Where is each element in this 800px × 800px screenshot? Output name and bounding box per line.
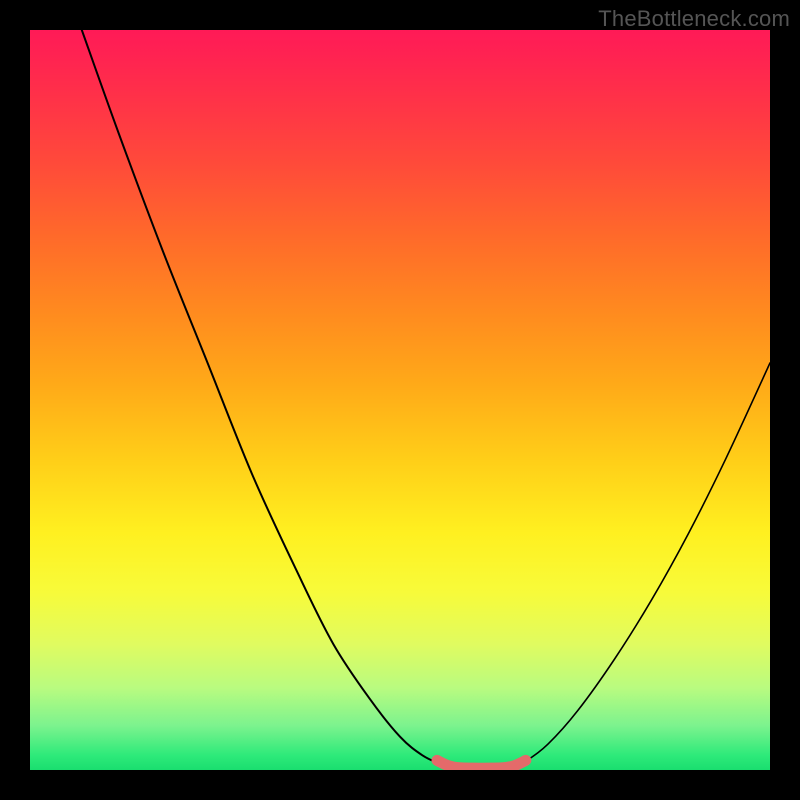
chart-stage: TheBottleneck.com xyxy=(0,0,800,800)
left-curve xyxy=(82,30,452,767)
watermark-text: TheBottleneck.com xyxy=(598,6,790,32)
curves-svg xyxy=(30,30,770,770)
basin-highlight xyxy=(437,760,526,768)
plot-area xyxy=(30,30,770,770)
right-curve xyxy=(511,363,770,767)
